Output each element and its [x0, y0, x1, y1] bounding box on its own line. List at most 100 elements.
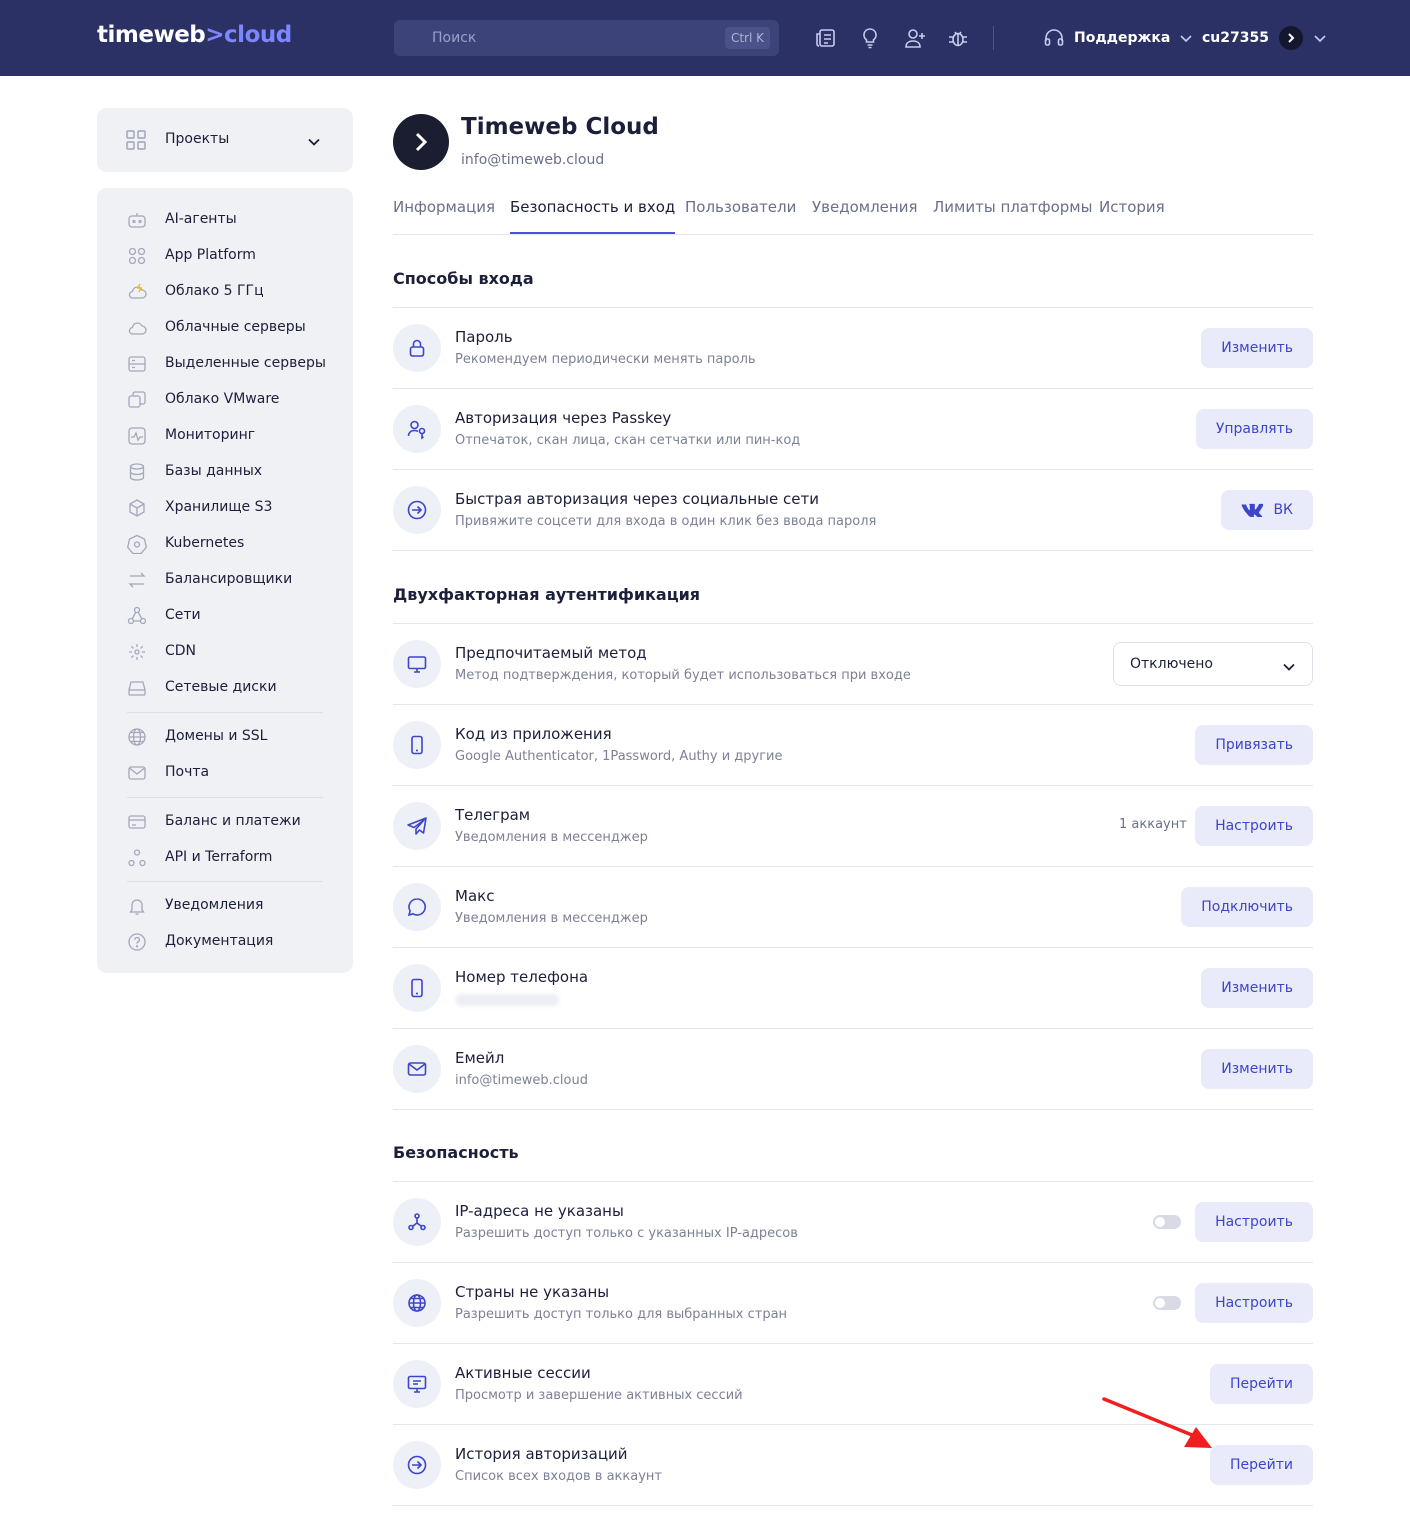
bell-icon — [127, 896, 147, 916]
sidebar-item-billing[interactable]: Баланс и платежи — [97, 807, 353, 837]
sidebar-item-domains-ssl[interactable]: Домены и SSL — [97, 722, 353, 752]
sidebar-item-networks[interactable]: Сети — [97, 601, 353, 631]
mail-icon — [393, 1045, 441, 1093]
timeweb-cloud-logo[interactable]: timeweb>cloud — [97, 22, 292, 48]
toggle-knob — [1155, 1298, 1165, 1308]
support-menu[interactable]: Поддержка — [1043, 27, 1193, 49]
sidebar-item-monitoring[interactable]: Мониторинг — [97, 421, 353, 451]
login-row-password: Пароль Рекомендуем периодически менять п… — [393, 308, 1313, 389]
sidebar-item-dedicated-servers[interactable]: Выделенные серверы — [97, 349, 353, 379]
security-row-ip: IP-адреса не указаны Разрешить доступ то… — [393, 1182, 1313, 1263]
sidebar-item-databases[interactable]: Базы данных — [97, 457, 353, 487]
sidebar-divider — [127, 881, 323, 882]
security-row-countries: Страны не указаны Разрешить доступ тольк… — [393, 1263, 1313, 1344]
change-email-button[interactable]: Изменить — [1201, 1049, 1313, 1089]
bind-app-button[interactable]: Привязать — [1195, 725, 1313, 765]
arrows-icon — [127, 570, 147, 590]
telegram-icon — [393, 802, 441, 850]
sidebar-item-api-terraform[interactable]: API и Terraform — [97, 843, 353, 873]
sidebar-item-mail[interactable]: Почта — [97, 758, 353, 788]
cdn-icon — [127, 642, 147, 662]
news-icon[interactable] — [815, 27, 837, 49]
sign-in-icon — [393, 1441, 441, 1489]
sidebar-item-cdn[interactable]: CDN — [97, 637, 353, 667]
configure-telegram-button[interactable]: Настроить — [1195, 806, 1313, 846]
header-divider — [993, 26, 994, 50]
sidebar-item-vmware[interactable]: Облако VMware — [97, 385, 353, 415]
card-icon — [127, 812, 147, 832]
open-sessions-button[interactable]: Перейти — [1210, 1364, 1313, 1404]
lock-icon — [393, 324, 441, 372]
organization-name: Timeweb Cloud — [461, 114, 659, 140]
cloud-icon — [127, 318, 147, 338]
vk-login-button[interactable]: ВК — [1221, 490, 1313, 530]
toggle-knob — [1155, 1217, 1165, 1227]
settings-tabs: Информация Безопасность и вход Пользоват… — [393, 192, 1313, 235]
help-icon — [127, 932, 147, 952]
manage-passkey-button[interactable]: Управлять — [1195, 409, 1313, 449]
support-label: Поддержка — [1074, 30, 1171, 46]
configure-countries-button[interactable]: Настроить — [1195, 1283, 1313, 1323]
apps-grid-icon — [127, 246, 147, 266]
twofa-row-phone: Номер телефона Изменить — [393, 948, 1313, 1029]
bug-icon[interactable] — [947, 27, 969, 49]
tab-platform-limits[interactable]: Лимиты платформы — [933, 198, 1092, 234]
api-icon — [127, 848, 147, 868]
globe-icon — [393, 1279, 441, 1327]
sidebar-item-kubernetes[interactable]: Kubernetes — [97, 529, 353, 559]
chevron-right-icon — [415, 132, 428, 152]
twofa-row-preferred-method: Предпочитаемый метод Метод подтверждения… — [393, 624, 1313, 705]
passkey-icon — [393, 405, 441, 453]
change-password-button[interactable]: Изменить — [1201, 328, 1313, 368]
vmware-icon — [127, 390, 147, 410]
sidebar-item-s3-storage[interactable]: Хранилище S3 — [97, 493, 353, 523]
twofa-row-app-code: Код из приложения Google Authenticator, … — [393, 705, 1313, 786]
sidebar-item-cloud-servers[interactable]: Облачные серверы — [97, 313, 353, 343]
database-icon — [127, 462, 147, 482]
connect-max-button[interactable]: Подключить — [1181, 887, 1313, 927]
globe-icon — [127, 727, 147, 747]
configure-ip-button[interactable]: Настроить — [1195, 1202, 1313, 1242]
change-phone-button[interactable]: Изменить — [1201, 968, 1313, 1008]
mail-icon — [127, 763, 147, 783]
monitoring-icon — [127, 426, 147, 446]
add-user-icon[interactable] — [904, 27, 926, 49]
sidebar-divider — [127, 797, 323, 798]
headset-icon — [1044, 29, 1064, 46]
sidebar-item-notifications[interactable]: Уведомления — [97, 891, 353, 921]
twofa-row-telegram: Телеграм Уведомления в мессенджер 1 акка… — [393, 786, 1313, 867]
ip-restriction-toggle[interactable] — [1153, 1215, 1181, 1229]
projects-label: Проекты — [165, 131, 230, 147]
search-input[interactable] — [394, 20, 714, 56]
monitor-icon — [393, 640, 441, 688]
sidebar-item-documentation[interactable]: Документация — [97, 927, 353, 957]
chat-bubble-icon — [393, 883, 441, 931]
global-search[interactable]: Ctrl K — [394, 20, 779, 56]
account-id: cu27355 — [1202, 30, 1269, 46]
tab-history[interactable]: История — [1099, 198, 1165, 234]
cube-icon — [127, 498, 147, 518]
server-icon — [127, 354, 147, 374]
sidebar-nav: AI-агенты App Platform Облако 5 ГГц Обла… — [97, 188, 353, 973]
preferred-method-select[interactable]: Отключено — [1113, 642, 1313, 686]
sidebar-item-load-balancers[interactable]: Балансировщики — [97, 565, 353, 595]
vk-logo-icon — [1242, 503, 1264, 517]
tab-notifications[interactable]: Уведомления — [812, 198, 917, 234]
sidebar-item-app-platform[interactable]: App Platform — [97, 241, 353, 271]
account-menu[interactable]: cu27355 — [1202, 25, 1327, 51]
kubernetes-icon — [126, 534, 148, 555]
country-restriction-toggle[interactable] — [1153, 1296, 1181, 1310]
sidebar-item-cloud-5ghz[interactable]: Облако 5 ГГц — [97, 277, 353, 307]
sidebar-item-network-disks[interactable]: Сетевые диски — [97, 673, 353, 703]
lightbulb-icon[interactable] — [859, 27, 881, 49]
section-title-login-methods: Способы входа — [393, 269, 534, 288]
cloud-bolt-icon — [127, 282, 147, 302]
tab-security-login[interactable]: Безопасность и вход — [510, 198, 676, 234]
projects-selector[interactable]: Проекты — [97, 108, 353, 172]
sidebar-item-ai-agents[interactable]: AI-агенты — [97, 205, 353, 235]
search-shortcut-hint: Ctrl K — [724, 27, 770, 49]
tab-users[interactable]: Пользователи — [685, 198, 796, 234]
open-auth-history-button[interactable]: Перейти — [1210, 1445, 1313, 1485]
organization-avatar — [393, 114, 449, 170]
tab-information[interactable]: Информация — [393, 198, 495, 234]
